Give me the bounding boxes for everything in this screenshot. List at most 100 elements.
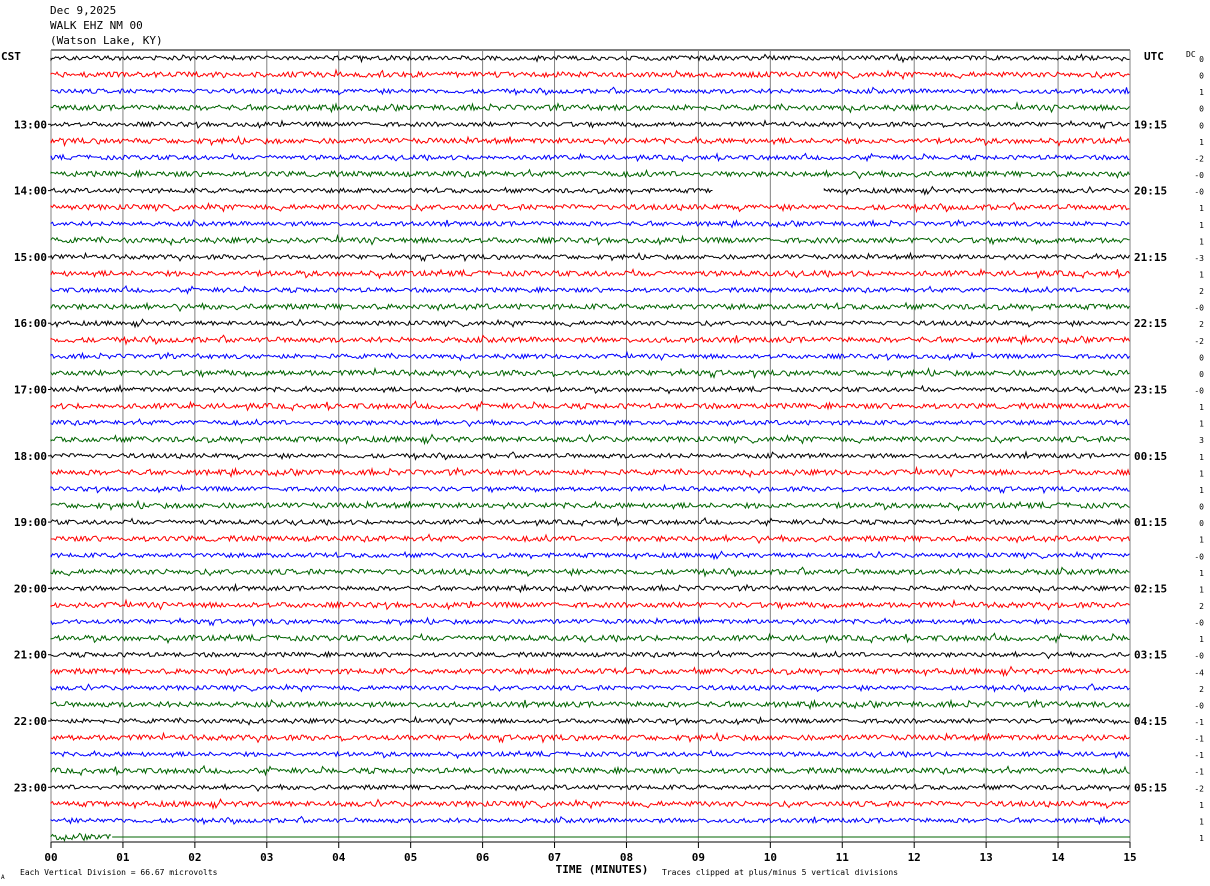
dc-offset-value: -3 — [1194, 254, 1204, 263]
dc-offset-value: 1 — [1199, 635, 1204, 644]
dc-offset-value: -2 — [1194, 337, 1204, 346]
dc-offset-value: 1 — [1199, 817, 1204, 826]
dc-offset-value: 1 — [1199, 585, 1204, 594]
dc-offset-value: -4 — [1194, 668, 1204, 677]
dc-offset-value: 1 — [1199, 569, 1204, 578]
cst-hour-label: 23:00 — [14, 781, 47, 794]
seismic-trace — [50, 301, 1130, 313]
dc-offset-value: 2 — [1199, 685, 1204, 694]
x-tick-label: 15 — [1123, 851, 1136, 864]
dc-offset-value: 2 — [1199, 287, 1204, 296]
dc-offset-value: -0 — [1194, 652, 1204, 661]
dc-offset-value: -1 — [1194, 718, 1204, 727]
seismic-trace — [50, 168, 1130, 180]
dc-offset-value: -0 — [1194, 552, 1204, 561]
x-tick-label: 03 — [260, 851, 273, 864]
seismic-trace — [50, 598, 1130, 611]
seismic-trace — [50, 318, 1130, 329]
seismic-trace — [50, 433, 1130, 446]
dc-offset-value: 1 — [1199, 469, 1204, 478]
seismic-trace — [50, 450, 1130, 461]
seismic-trace — [50, 218, 1130, 229]
utc-hour-label: 22:15 — [1134, 317, 1167, 330]
seismic-trace — [50, 68, 1130, 81]
dc-offset-value: 1 — [1199, 237, 1204, 246]
cst-hour-label: 17:00 — [14, 384, 47, 397]
dc-offset-value: 0 — [1199, 370, 1204, 379]
seismic-trace — [50, 782, 1130, 792]
dc-offset-value: -0 — [1194, 171, 1204, 180]
dc-offset-value: 1 — [1199, 486, 1204, 495]
dc-offset-value: 2 — [1199, 320, 1204, 329]
dc-offset-value: 0 — [1199, 353, 1204, 362]
seismic-trace — [50, 119, 1130, 130]
cst-hour-label: 14:00 — [14, 185, 47, 198]
cst-hour-label: 21:00 — [14, 649, 47, 662]
seismic-trace — [50, 334, 1130, 346]
x-tick-label: 06 — [476, 851, 490, 864]
cst-hour-label: 20:00 — [14, 582, 47, 595]
dc-offset-value: -0 — [1194, 188, 1204, 197]
utc-hour-label: 21:15 — [1134, 251, 1167, 264]
x-tick-label: 13 — [980, 851, 993, 864]
cst-hour-label: 16:00 — [14, 317, 47, 330]
seismic-trace — [50, 201, 1130, 214]
seismic-trace — [50, 186, 713, 196]
seismic-trace — [50, 832, 112, 842]
cst-hour-label: 13:00 — [14, 118, 47, 131]
dc-offset-value: -0 — [1194, 619, 1204, 628]
seismic-trace — [50, 550, 1130, 561]
x-tick-label: 05 — [404, 851, 417, 864]
seismic-trace — [50, 251, 1130, 263]
cst-hour-label: 18:00 — [14, 450, 47, 463]
seismic-trace — [50, 533, 1130, 545]
dc-offset-value: 1 — [1199, 834, 1204, 843]
seismic-trace — [50, 764, 1130, 777]
footer-clip-note: Traces clipped at plus/minus 5 vertical … — [662, 868, 898, 877]
seismic-trace — [50, 815, 1130, 826]
seismic-trace — [50, 499, 1130, 512]
seismic-trace — [50, 632, 1130, 645]
cst-hour-label: 19:00 — [14, 516, 47, 529]
seismic-trace — [50, 350, 1130, 362]
dc-offset-value: -1 — [1194, 768, 1204, 777]
seismic-trace — [50, 715, 1130, 726]
helicorder-chart: 00 01 02 03 04 05 06 07 08 09 10 11 12 13 14 15001001-2… — [1, 49, 1204, 881]
seismic-trace — [50, 52, 1130, 64]
x-tick-label: 09 — [692, 851, 705, 864]
seismic-trace — [50, 798, 1130, 810]
seismic-trace — [50, 135, 1130, 148]
dc-offset-value: 0 — [1199, 72, 1204, 81]
dc-offset-value: -2 — [1194, 154, 1204, 163]
dc-offset-value: 1 — [1199, 420, 1204, 429]
utc-hour-label: 05:15 — [1134, 781, 1167, 794]
seismic-trace — [50, 384, 1130, 395]
utc-hour-label: 20:15 — [1134, 185, 1167, 198]
dc-offset-value: -1 — [1194, 735, 1204, 744]
seismic-trace — [50, 267, 1130, 280]
seismic-traces — [50, 52, 1130, 842]
dc-offset-value: 1 — [1199, 221, 1204, 230]
dc-offset-value: -0 — [1194, 387, 1204, 396]
dc-offset-value: -0 — [1194, 701, 1204, 710]
dc-offset-value: -0 — [1194, 304, 1204, 313]
utc-hour-label: 04:15 — [1134, 715, 1167, 728]
x-tick-label: 10 — [764, 851, 777, 864]
seismic-trace — [50, 233, 1130, 247]
grid-lines — [48, 49, 1131, 848]
utc-hour-label: 19:15 — [1134, 118, 1167, 131]
dc-offset-value: 0 — [1199, 519, 1204, 528]
utc-hour-label: 00:15 — [1134, 450, 1167, 463]
dc-offset-value: -2 — [1194, 784, 1204, 793]
utc-hour-label: 02:15 — [1134, 582, 1167, 595]
dc-offset-value: 0 — [1199, 503, 1204, 512]
seismic-trace — [50, 749, 1130, 760]
seismic-trace — [50, 683, 1130, 693]
x-tick-label: 04 — [332, 851, 346, 864]
dc-offset-value: 0 — [1199, 121, 1204, 130]
utc-hour-label: 23:15 — [1134, 384, 1167, 397]
seismic-trace — [50, 86, 1130, 97]
seismic-trace — [50, 649, 1130, 660]
x-axis-title: TIME (MINUTES) — [556, 863, 649, 876]
seismic-trace — [50, 731, 1130, 744]
